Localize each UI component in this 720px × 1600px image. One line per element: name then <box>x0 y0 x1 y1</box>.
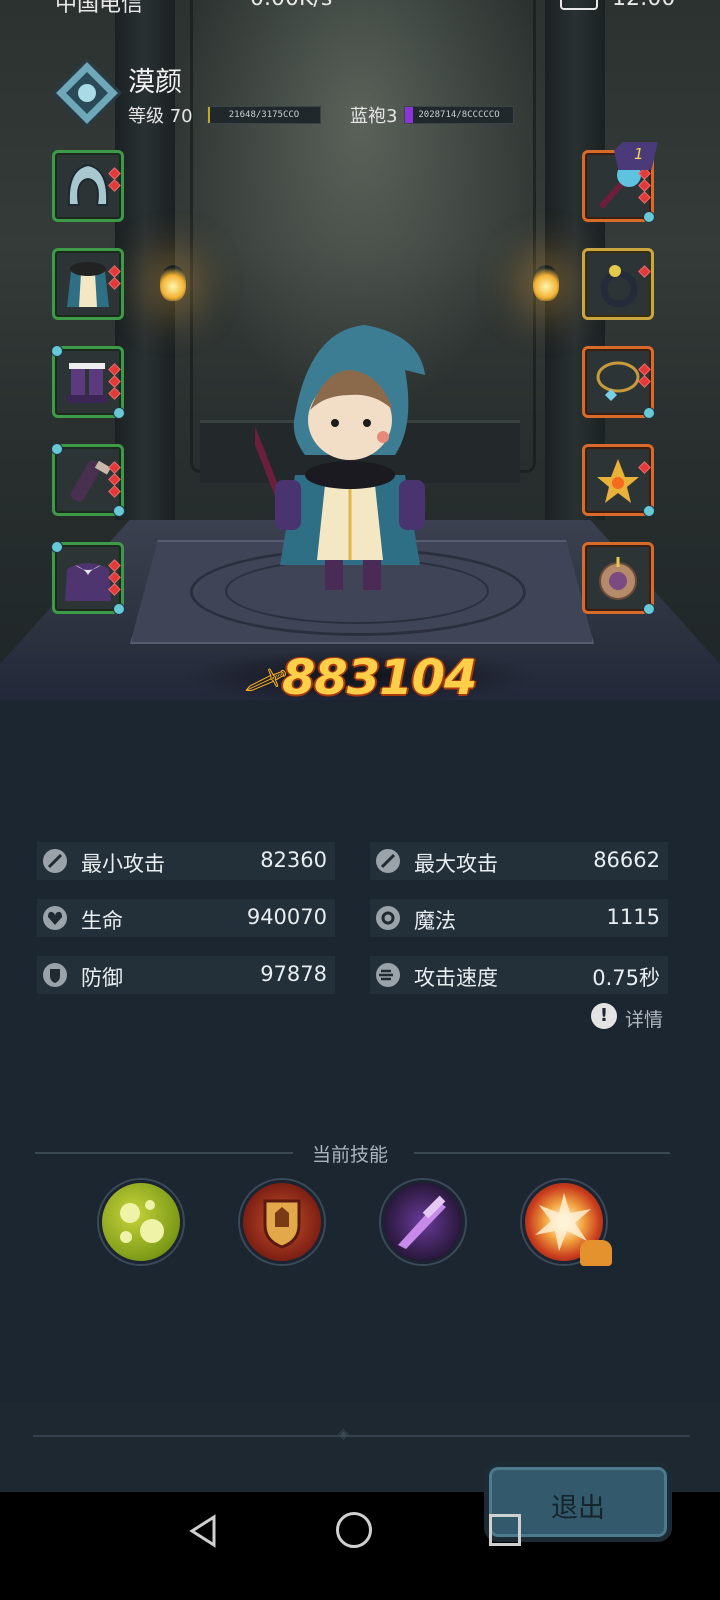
level-label: 等级 70 <box>128 106 193 127</box>
gem-sockets <box>638 363 651 389</box>
stat-value: 1115 <box>606 905 660 929</box>
recents-icon[interactable] <box>489 1514 521 1546</box>
gem-sockets <box>108 167 121 193</box>
gem-sockets <box>638 265 651 279</box>
battery-icon <box>560 0 598 10</box>
stat-value: 82360 <box>260 848 327 872</box>
poison-bubbles-icon[interactable] <box>99 1180 183 1264</box>
stat-label: 攻击速度 <box>414 966 498 990</box>
divider <box>414 1152 670 1154</box>
shadow-blade-icon[interactable] <box>381 1180 465 1264</box>
sword-icon <box>376 849 400 873</box>
stat-row: 攻击速度 0.75秒 <box>370 956 668 994</box>
relic-icon <box>597 459 639 503</box>
network-speed: 0.00K/s <box>250 0 332 11</box>
home-icon[interactable] <box>336 1512 372 1548</box>
equip-slot-head[interactable] <box>52 150 124 222</box>
stat-row: 魔法 1115 <box>370 899 668 937</box>
info-icon: ! <box>591 1003 617 1029</box>
stat-label: 最大攻击 <box>414 852 498 876</box>
equip-slot-orb[interactable] <box>582 542 655 615</box>
stat-row: 最大攻击 86662 <box>370 842 668 880</box>
equip-slot-armor[interactable] <box>52 248 124 320</box>
weapon-count-badge: 1 <box>614 142 658 170</box>
stat-value: 940070 <box>246 905 327 929</box>
details-label: 详情 <box>625 1009 664 1031</box>
equip-slot-cape[interactable] <box>51 541 125 615</box>
heart-icon <box>43 906 67 930</box>
shield-icon <box>43 963 67 987</box>
gem-sockets <box>108 559 121 597</box>
equip-slot-relic[interactable] <box>582 444 655 517</box>
boots-icon <box>67 363 107 403</box>
cape-icon <box>65 563 111 601</box>
equip-slot-gloves[interactable] <box>51 443 125 517</box>
rank-label: 蓝袍3 <box>350 106 398 127</box>
stat-row: 防御 97878 <box>37 956 335 994</box>
gem-sockets <box>108 461 121 499</box>
back-icon[interactable] <box>188 1514 218 1548</box>
orb-icon <box>599 557 637 600</box>
combat-power: 883104 <box>282 650 477 706</box>
gem-sockets <box>108 265 121 291</box>
equip-slot-necklace[interactable] <box>582 346 655 419</box>
equip-slot-ring[interactable] <box>582 248 654 320</box>
stat-value: 0.75秒 <box>592 966 660 990</box>
exp-bar: 21648/3175CCO <box>207 106 321 124</box>
stat-value: 97878 <box>260 962 327 986</box>
rank-bar: 2028714/8CCCCCO <box>404 106 514 124</box>
hero-character[interactable] <box>255 315 445 605</box>
divider <box>35 1152 293 1154</box>
equip-slot-boots[interactable] <box>51 345 125 419</box>
skills-title: 当前技能 <box>312 1144 389 1166</box>
divider <box>33 1435 690 1437</box>
robe-icon <box>67 262 109 307</box>
rank-text: 2028714/8CCCCCO <box>418 110 500 120</box>
stat-label: 魔法 <box>414 909 456 933</box>
torch-icon <box>533 265 559 301</box>
divider-ornament-icon: ◈ <box>338 1426 349 1442</box>
necklace-icon <box>596 361 640 401</box>
gem-sockets <box>638 461 651 475</box>
stat-row: 最小攻击 82360 <box>37 842 335 880</box>
stat-label: 生命 <box>81 909 123 933</box>
stat-value: 86662 <box>593 848 660 872</box>
sword-icon <box>43 849 67 873</box>
shield-crest-icon[interactable] <box>240 1180 324 1264</box>
lock-icon <box>580 1240 612 1266</box>
gem-sockets <box>108 363 121 401</box>
carrier-label: 中国电信 <box>55 0 144 14</box>
badge-count: 1 <box>634 145 644 163</box>
ring-icon <box>600 265 638 308</box>
stat-label: 防御 <box>81 966 123 990</box>
torch-icon <box>160 265 186 301</box>
status-bar: 中国电信 0.00K/s 12:00 <box>0 0 720 14</box>
gloves-icon <box>70 460 111 502</box>
stat-row: 生命 940070 <box>37 899 335 937</box>
speed-icon <box>376 963 400 987</box>
class-emblem-icon <box>52 58 122 128</box>
gem-sockets <box>638 167 651 205</box>
clock: 12:00 <box>612 0 675 11</box>
player-name: 漠颜 <box>128 67 182 98</box>
magic-icon <box>376 906 400 930</box>
hood-icon <box>67 163 109 206</box>
stat-label: 最小攻击 <box>81 852 165 876</box>
exp-text: 21648/3175CCO <box>228 110 300 120</box>
